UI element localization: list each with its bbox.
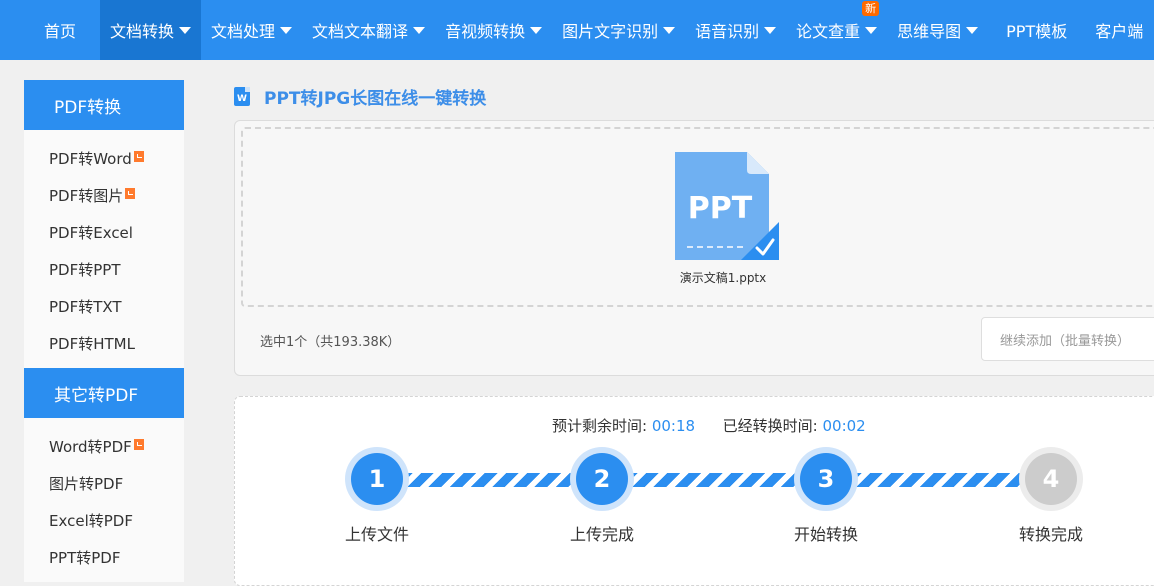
nav-client[interactable]: 客户端: [1085, 0, 1153, 60]
sidebar-list: PDF转Word PDF转图片 PDF转Excel PDF转PPT PDF转TX…: [24, 130, 184, 368]
step-1: 1: [345, 447, 409, 511]
step-number: 1: [351, 453, 403, 505]
sidebar-item-pdf-to-excel[interactable]: PDF转Excel: [24, 214, 184, 251]
page-title-text: PPT转JPG长图在线一键转换: [264, 89, 487, 109]
caret-down-icon: [865, 26, 878, 34]
caret-down-icon: [764, 26, 777, 34]
nav-home[interactable]: 首页: [0, 0, 100, 60]
pptx-file-icon[interactable]: PPT: [675, 152, 779, 260]
upload-panel: PPT 演示文稿1.pptx 选中1个（共193.38K） 继续添加（批量转换）: [234, 120, 1154, 376]
sidebar-item-pdf-to-image[interactable]: PDF转图片: [24, 177, 184, 214]
elapsed-time-value: 00:02: [822, 417, 866, 435]
nav-av-convert-label: 音视频转换: [445, 22, 526, 41]
caret-down-icon: [179, 26, 192, 34]
vip-icon: [125, 188, 136, 199]
step-connector: [625, 473, 801, 487]
step-connector: [849, 473, 1025, 487]
step-4-label: 转换完成: [1018, 525, 1083, 544]
step-2-label: 上传完成: [569, 525, 634, 544]
step-3: 3: [794, 447, 858, 511]
nav-mind-map-label: 思维导图: [897, 22, 962, 41]
sidebar-item-label: Excel转PDF: [49, 512, 133, 530]
nav-doc-process[interactable]: 文档处理: [201, 0, 302, 60]
caret-down-icon: [413, 26, 426, 34]
sidebar-item-word-to-pdf[interactable]: Word转PDF: [24, 428, 184, 465]
sidebar-item-label: PDF转图片: [49, 187, 124, 205]
nav-speech-recognition-label: 语音识别: [695, 22, 760, 41]
sidebar-item-label: PDF转Excel: [49, 224, 133, 242]
sidebar-item-ppt-to-pdf[interactable]: PPT转PDF: [24, 539, 184, 576]
step-3-label: 开始转换: [793, 525, 858, 544]
page-title: W PPT转JPG长图在线一键转换: [234, 84, 486, 109]
sidebar-group-title: 其它转PDF: [24, 368, 184, 418]
sidebar-item-pdf-to-html[interactable]: PDF转HTML: [24, 325, 184, 362]
nav-doc-convert[interactable]: 文档转换: [100, 0, 202, 60]
step-1-label: 上传文件: [344, 525, 409, 544]
new-badge: 新: [862, 1, 880, 16]
sidebar-item-label: PDF转HTML: [49, 335, 135, 353]
nav-mind-map[interactable]: 思维导图: [887, 0, 988, 60]
top-nav: 首页 文档转换 文档处理 文档文本翻译 音视频转换 图片文字识别 语音识别 论文…: [0, 0, 1154, 60]
file-drop-zone[interactable]: PPT 演示文稿1.pptx: [241, 127, 1154, 307]
sidebar-item-pdf-to-word[interactable]: PDF转Word: [24, 140, 184, 177]
step-2: 2: [570, 447, 634, 511]
file-type-text: PPT: [688, 191, 753, 226]
progress-panel: 预计剩余时间: 00:18 已经转换时间: 00:02 1 2 3 4 上传文件…: [234, 396, 1154, 586]
nav-image-ocr[interactable]: 图片文字识别: [552, 0, 685, 60]
nav-speech-recognition[interactable]: 语音识别: [685, 0, 786, 60]
nav-image-ocr-label: 图片文字识别: [562, 22, 659, 41]
sidebar-item-excel-to-pdf[interactable]: Excel转PDF: [24, 502, 184, 539]
selection-info: 选中1个（共193.38K）: [260, 335, 401, 350]
file-name: 演示文稿1.pptx: [679, 271, 767, 285]
nav-paper-check[interactable]: 论文查重 新: [786, 0, 887, 60]
sidebar-item-label: Word转PDF: [49, 438, 132, 456]
sidebar-item-label: PDF转TXT: [49, 298, 122, 316]
nav-home-label: 首页: [44, 22, 77, 41]
step-connector: [400, 473, 576, 487]
step-number: 3: [800, 453, 852, 505]
sidebar-item-pdf-to-txt[interactable]: PDF转TXT: [24, 288, 184, 325]
remaining-time-label: 预计剩余时间:: [552, 417, 648, 435]
nav-doc-process-label: 文档处理: [211, 22, 276, 41]
step-number: 4: [1025, 453, 1077, 505]
time-info: 预计剩余时间: 00:18 已经转换时间: 00:02: [552, 415, 866, 436]
sidebar-item-label: PDF转PPT: [49, 261, 121, 279]
remaining-time-value: 00:18: [651, 417, 696, 435]
caret-down-icon: [663, 26, 676, 34]
sidebar-item-label: 图片转PDF: [49, 475, 124, 493]
sidebar-group-title: PDF转换: [24, 80, 184, 130]
vip-icon: [133, 151, 144, 162]
caret-down-icon: [966, 26, 979, 34]
nav-doc-translate-label: 文档文本翻译: [312, 22, 409, 41]
vip-icon: [133, 439, 144, 450]
nav-ppt-template-label: PPT模板: [1006, 22, 1068, 41]
sidebar-item-image-to-pdf[interactable]: 图片转PDF: [24, 465, 184, 502]
caret-down-icon: [280, 26, 293, 34]
word-doc-icon: W: [234, 87, 250, 106]
sidebar: PDF转换 PDF转Word PDF转图片 PDF转Excel PDF转PPT …: [24, 80, 184, 582]
nav-av-convert[interactable]: 音视频转换: [435, 0, 552, 60]
nav-doc-convert-label: 文档转换: [110, 22, 175, 41]
sidebar-item-label: PPT转PDF: [49, 549, 121, 567]
sidebar-list: Word转PDF 图片转PDF Excel转PDF PPT转PDF: [24, 418, 184, 582]
sidebar-item-label: PDF转Word: [49, 150, 132, 168]
nav-ppt-template[interactable]: PPT模板: [988, 0, 1085, 60]
sidebar-item-pdf-to-ppt[interactable]: PDF转PPT: [24, 251, 184, 288]
step-number: 2: [576, 453, 628, 505]
nav-client-label: 客户端: [1095, 22, 1144, 41]
add-more-button[interactable]: 继续添加（批量转换）: [981, 317, 1154, 361]
nav-paper-check-label: 论文查重: [796, 22, 861, 41]
step-4: 4: [1019, 447, 1083, 511]
elapsed-time-label: 已经转换时间:: [722, 417, 818, 435]
caret-down-icon: [530, 26, 543, 34]
nav-doc-translate[interactable]: 文档文本翻译: [302, 0, 435, 60]
ppt-file-graphic: PPT: [675, 152, 779, 260]
